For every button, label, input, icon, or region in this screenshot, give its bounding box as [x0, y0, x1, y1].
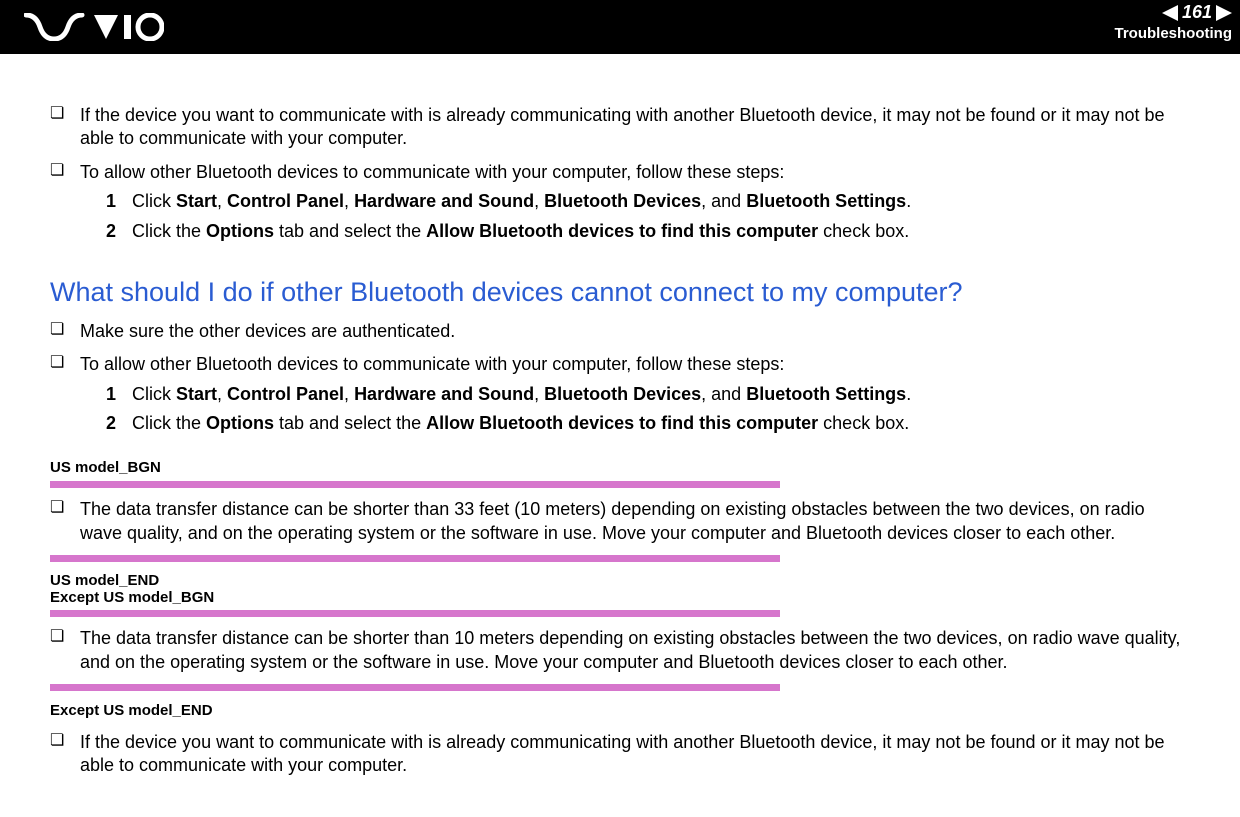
section-heading: What should I do if other Bluetooth devi…: [50, 275, 1190, 310]
text-bold: Control Panel: [227, 191, 344, 211]
bullet-icon: ❏: [50, 353, 80, 447]
text-bold: Start: [176, 384, 217, 404]
text-bold: Bluetooth Settings: [746, 384, 906, 404]
text-bold: Control Panel: [227, 384, 344, 404]
bullet-text: To allow other Bluetooth devices to comm…: [80, 353, 1190, 447]
list-item: ❏ To allow other Bluetooth devices to co…: [50, 353, 1190, 447]
text-bold: Hardware and Sound: [354, 384, 534, 404]
bullet-icon: ❏: [50, 320, 80, 343]
bullet-text: To allow other Bluetooth devices to comm…: [80, 161, 1190, 255]
prev-page-arrow-icon[interactable]: [1162, 5, 1178, 21]
text: ,: [217, 191, 227, 211]
list-item: ❏ If the device you want to communicate …: [50, 104, 1190, 151]
section-label: Troubleshooting: [1115, 25, 1233, 42]
text: Click the: [132, 221, 206, 241]
list-item: ❏ Make sure the other devices are authen…: [50, 320, 1190, 343]
vaio-logo: [24, 13, 164, 41]
step-number: 1: [106, 383, 132, 406]
text: Click the: [132, 413, 206, 433]
page-nav: 161: [1115, 2, 1233, 23]
list-item: ❏ If the device you want to communicate …: [50, 731, 1190, 778]
model-tag: Except US model_END: [50, 701, 1190, 721]
text-bold: Start: [176, 191, 217, 211]
list-item: ❏ The data transfer distance can be shor…: [50, 498, 1190, 545]
bullet-icon: ❏: [50, 104, 80, 151]
text-bold: Bluetooth Devices: [544, 384, 701, 404]
divider-bar: [50, 481, 780, 488]
numbered-list: 1 Click Start, Control Panel, Hardware a…: [106, 190, 1190, 243]
step-text: Click Start, Control Panel, Hardware and…: [132, 190, 1190, 213]
bullet-icon: ❏: [50, 731, 80, 778]
bullet-text: Make sure the other devices are authenti…: [80, 320, 1190, 343]
bullet-icon: ❏: [50, 627, 80, 674]
text: Click: [132, 384, 176, 404]
divider-bar: [50, 555, 780, 562]
text: ,: [534, 384, 544, 404]
model-tag: US model_BGN: [50, 458, 1190, 478]
text-bold: Bluetooth Devices: [544, 191, 701, 211]
step-text: Click Start, Control Panel, Hardware and…: [132, 383, 1190, 406]
text: check box.: [818, 221, 909, 241]
text: ,: [534, 191, 544, 211]
list-item: 1 Click Start, Control Panel, Hardware a…: [106, 383, 1190, 406]
text: ,: [344, 191, 354, 211]
text-bold: Options: [206, 221, 274, 241]
model-tag-line: Except US model_BGN: [50, 589, 1190, 606]
text-bold: Bluetooth Settings: [746, 191, 906, 211]
divider-bar: [50, 684, 780, 691]
bullet-icon: ❏: [50, 161, 80, 255]
text: ,: [344, 384, 354, 404]
header-right: 161 Troubleshooting: [1115, 2, 1233, 42]
text: , and: [701, 384, 746, 404]
bullet-text: To allow other Bluetooth devices to comm…: [80, 354, 784, 374]
text: tab and select the: [274, 221, 426, 241]
step-text: Click the Options tab and select the All…: [132, 412, 1190, 435]
text-bold: Hardware and Sound: [354, 191, 534, 211]
step-number: 1: [106, 190, 132, 213]
text: tab and select the: [274, 413, 426, 433]
bullet-text: To allow other Bluetooth devices to comm…: [80, 162, 784, 182]
list-item: 1 Click Start, Control Panel, Hardware a…: [106, 190, 1190, 213]
text-bold: Allow Bluetooth devices to find this com…: [426, 221, 818, 241]
bullet-text: If the device you want to communicate wi…: [80, 731, 1190, 778]
list-item: 2 Click the Options tab and select the A…: [106, 220, 1190, 243]
header-bar: 161 Troubleshooting: [0, 0, 1240, 54]
divider-bar: [50, 610, 780, 617]
model-tag: US model_END Except US model_BGN: [50, 572, 1190, 607]
step-number: 2: [106, 412, 132, 435]
list-item: 2 Click the Options tab and select the A…: [106, 412, 1190, 435]
step-text: Click the Options tab and select the All…: [132, 220, 1190, 243]
numbered-list: 1 Click Start, Control Panel, Hardware a…: [106, 383, 1190, 436]
next-page-arrow-icon[interactable]: [1216, 5, 1232, 21]
text: check box.: [818, 413, 909, 433]
list-item: ❏ The data transfer distance can be shor…: [50, 627, 1190, 674]
step-number: 2: [106, 220, 132, 243]
list-item: ❏ To allow other Bluetooth devices to co…: [50, 161, 1190, 255]
text: .: [906, 191, 911, 211]
bullet-text: If the device you want to communicate wi…: [80, 104, 1190, 151]
text: , and: [701, 191, 746, 211]
page-number: 161: [1182, 2, 1212, 23]
bullet-text: The data transfer distance can be shorte…: [80, 498, 1190, 545]
text: ,: [217, 384, 227, 404]
bullet-text: The data transfer distance can be shorte…: [80, 627, 1190, 674]
text: Click: [132, 191, 176, 211]
text: .: [906, 384, 911, 404]
text-bold: Options: [206, 413, 274, 433]
bullet-icon: ❏: [50, 498, 80, 545]
model-tag-line: US model_END: [50, 572, 1190, 589]
page-content: ❏ If the device you want to communicate …: [0, 54, 1240, 817]
text-bold: Allow Bluetooth devices to find this com…: [426, 413, 818, 433]
